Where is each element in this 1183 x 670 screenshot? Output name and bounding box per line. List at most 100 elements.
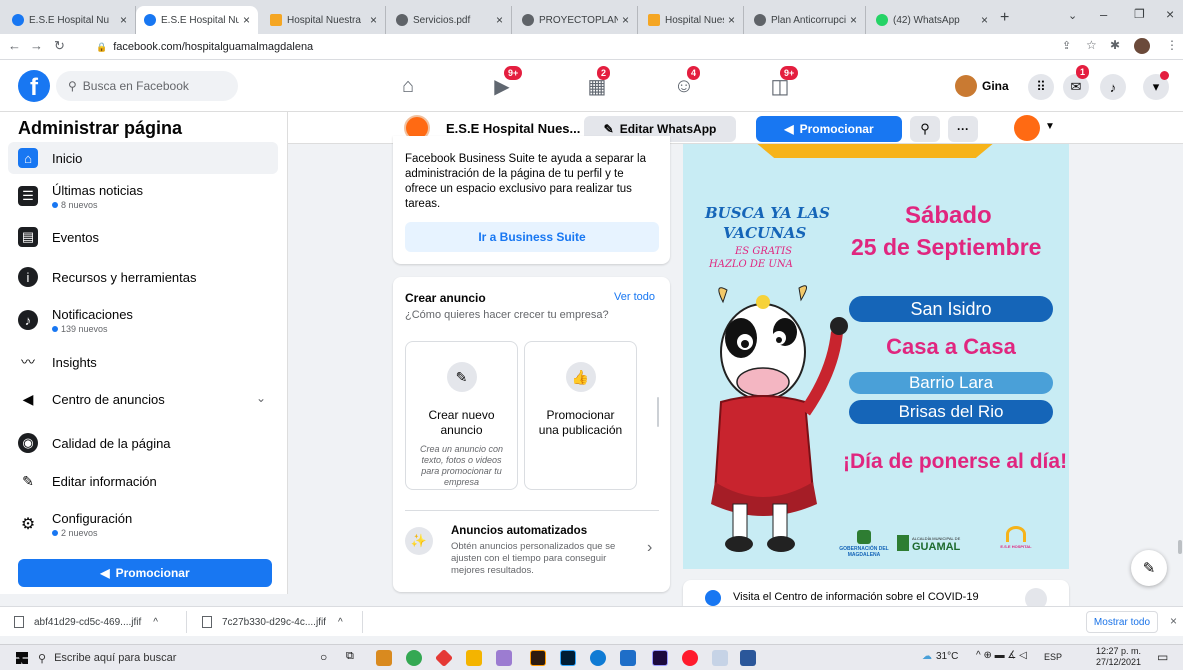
close-window-icon[interactable]: × (1166, 6, 1174, 22)
covid-info-card[interactable]: Visita el Centro de información sobre el… (683, 580, 1069, 606)
weather-icon: ☁ (922, 651, 932, 662)
opera-icon[interactable] (682, 650, 698, 666)
browser-tab-active[interactable]: E.S.E Hospital Nu × (136, 6, 258, 34)
store-icon[interactable] (620, 650, 636, 666)
new-tab-button[interactable]: + (1000, 9, 1009, 27)
task-view-icon[interactable]: ⧉ (346, 650, 354, 663)
sidebar-item-recursos[interactable]: i Recursos y herramientas (8, 260, 278, 294)
system-tray-icons[interactable]: ^ ⊕ ▬ ∡ ◁ (976, 650, 1027, 661)
app-icon[interactable] (496, 650, 512, 666)
edge-icon[interactable] (590, 650, 606, 666)
menu-grid-icon[interactable]: ⠿ (1028, 74, 1054, 100)
sidebar-item-configuracion[interactable]: ⚙ Configuración 2 nuevos (8, 504, 278, 544)
reload-icon[interactable]: ↻ (54, 38, 65, 54)
weather-widget[interactable]: ☁ 31°C (922, 651, 958, 662)
facebook-logo-icon[interactable]: f (18, 70, 50, 102)
sidebar-item-insights[interactable]: 〰 Insights (8, 345, 278, 379)
app-icon[interactable] (712, 650, 728, 666)
browser-tab[interactable]: Servicios.pdf × (388, 6, 512, 34)
address-bar[interactable]: 🔒 facebook.com/hospitalguamalmagdalena (88, 37, 1018, 57)
cortana-icon[interactable]: ○ (320, 650, 327, 664)
caret-down-icon[interactable]: ▼ (1045, 121, 1055, 132)
sidebar-item-centro-anuncios[interactable]: ◀ Centro de anuncios ⌄ (8, 382, 278, 416)
close-tab-icon[interactable]: × (496, 13, 503, 27)
vaccination-poster-image[interactable]: BUSCA YA LAS VACUNAS ES GRATIS HAZLO DE … (683, 144, 1069, 569)
chevron-right-icon[interactable]: › (647, 539, 652, 557)
chevron-down-icon[interactable] (1025, 588, 1047, 606)
premiere-icon[interactable] (652, 650, 668, 666)
forward-arrow-icon[interactable]: → (30, 38, 43, 53)
automated-ads-title[interactable]: Anuncios automatizados (451, 525, 587, 537)
taskbar-search-box[interactable]: ⚲ Escribe aquí para buscar (38, 647, 296, 669)
profile-chip[interactable]: Gina (955, 74, 1009, 98)
sidebar-item-notificaciones[interactable]: ♪ Notificaciones 139 nuevos (8, 300, 278, 340)
vlc-icon[interactable] (376, 650, 392, 666)
share-icon[interactable]: ⇪ (1062, 39, 1071, 52)
create-new-ad-option[interactable]: ✎ Crear nuevo anuncio Crea un anuncio co… (405, 341, 518, 490)
home-icon[interactable]: ⌂ (394, 73, 422, 99)
back-arrow-icon[interactable]: ← (8, 38, 21, 53)
chevron-up-icon[interactable]: ^ (338, 617, 343, 628)
header-promote-button[interactable]: ◀ Promocionar (756, 116, 902, 142)
browser-tab[interactable]: E.S.E Hospital Nu × (4, 6, 136, 34)
coat-of-arms-icon (897, 535, 909, 551)
tab-search-icon[interactable]: ⌄ (1068, 9, 1077, 22)
bookmark-star-icon[interactable]: ☆ (1086, 38, 1097, 52)
app-icon[interactable] (434, 648, 454, 668)
browser-menu-icon[interactable]: ⋮ (1166, 38, 1178, 52)
sidebar-item-calidad[interactable]: ◉ Calidad de la página (8, 426, 278, 460)
extensions-icon[interactable]: ✱ (1110, 38, 1120, 52)
sidebar-item-inicio[interactable]: ⌂ Inicio (8, 142, 278, 174)
minimize-window-icon[interactable]: – (1100, 7, 1107, 22)
illustrator-icon[interactable] (530, 650, 546, 666)
close-tab-icon[interactable]: × (728, 13, 735, 27)
sidebar-promote-button[interactable]: ◀ Promocionar (18, 559, 272, 587)
gaming-badge: 9+ (780, 66, 799, 80)
sidebar-item-editar-info[interactable]: ✎ Editar información (8, 464, 278, 498)
chrome-icon[interactable] (406, 650, 422, 666)
photoshop-icon[interactable] (560, 650, 576, 666)
go-to-business-suite-button[interactable]: Ir a Business Suite (405, 222, 659, 252)
notifications-bell-icon[interactable]: ♪ (1100, 74, 1126, 100)
edit-whatsapp-label: Editar WhatsApp (619, 122, 717, 136)
page-avatar-switcher[interactable] (1014, 115, 1040, 141)
windows-start-icon[interactable] (16, 652, 28, 664)
close-downloads-icon[interactable]: × (1170, 614, 1177, 628)
new-message-compose-button[interactable]: ✎ (1131, 550, 1167, 586)
word-icon[interactable] (740, 650, 756, 666)
browser-tab[interactable]: Hospital Nuestra × (262, 6, 386, 34)
divider (362, 611, 363, 633)
more-options-button[interactable]: ··· (948, 116, 978, 142)
show-all-downloads-button[interactable]: Mostrar todo (1086, 611, 1158, 633)
browser-tab[interactable]: PROYECTOPLANC × (514, 6, 638, 34)
browser-tab[interactable]: Hospital Nuestra × (640, 6, 744, 34)
file-explorer-icon[interactable] (466, 650, 482, 666)
page-search-button[interactable]: ⚲ (910, 116, 940, 142)
close-tab-icon[interactable]: × (622, 13, 629, 27)
close-tab-icon[interactable]: × (370, 13, 377, 27)
input-language[interactable]: ESP (1044, 652, 1062, 662)
close-tab-icon[interactable]: × (850, 13, 857, 27)
download-item[interactable]: abf41d29-cd5c-469....jfif ^ (14, 613, 158, 631)
chevron-down-icon[interactable]: ⌄ (256, 391, 266, 405)
close-tab-icon[interactable]: × (243, 13, 250, 27)
page-name[interactable]: E.S.E Hospital Nues... (446, 121, 580, 136)
browser-tab[interactable]: (42) WhatsApp × (868, 6, 996, 34)
poster-slogan: ¡Día de ponerse al día! (843, 450, 1068, 473)
notification-center-icon[interactable]: ▭ (1157, 650, 1168, 664)
restore-window-icon[interactable]: ❐ (1134, 7, 1145, 21)
close-tab-icon[interactable]: × (981, 13, 988, 27)
profile-avatar-icon[interactable] (1134, 38, 1150, 54)
see-all-link[interactable]: Ver todo (614, 291, 655, 303)
facebook-search-input[interactable]: ⚲ Busca en Facebook (56, 71, 238, 101)
close-tab-icon[interactable]: × (120, 13, 127, 27)
clock[interactable]: 12:27 p. m. 27/12/2021 (1096, 646, 1141, 668)
sidebar-item-eventos[interactable]: ▤ Eventos (8, 220, 278, 254)
download-item[interactable]: 7c27b330-d29c-4c....jfif ^ (202, 613, 343, 631)
page-scrollbar[interactable] (1178, 540, 1182, 554)
sidebar-item-ultimas-noticias[interactable]: ☰ Últimas noticias 8 nuevos (8, 178, 278, 214)
promote-post-option[interactable]: 👍 Promocionar una publicación (524, 341, 637, 490)
browser-tab[interactable]: Plan Anticorrupci × (746, 6, 866, 34)
carousel-scrollbar[interactable] (657, 397, 659, 427)
chevron-up-icon[interactable]: ^ (153, 617, 158, 628)
